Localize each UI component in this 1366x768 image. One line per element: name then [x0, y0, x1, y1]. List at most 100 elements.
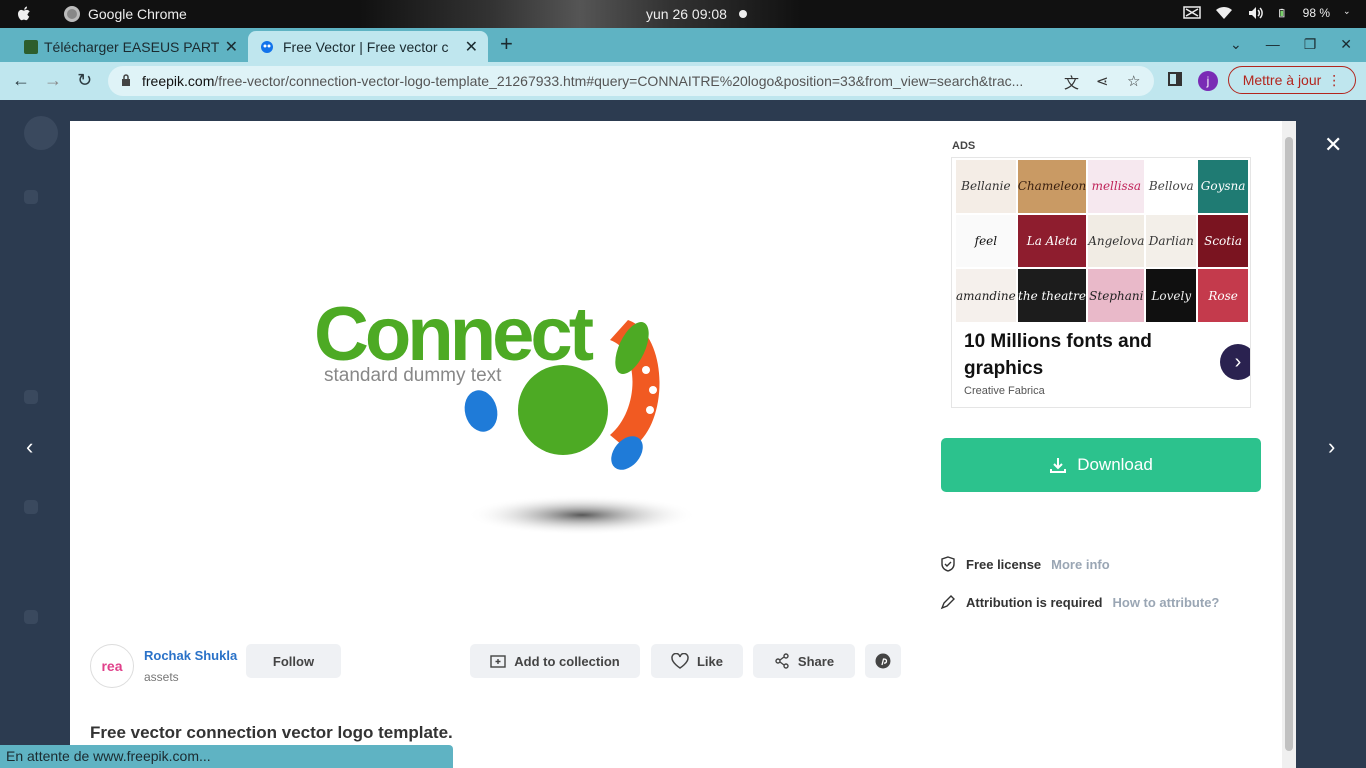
license-row: Free license More info [940, 556, 1110, 572]
ad-thumb: Chameleon [1017, 160, 1087, 213]
share-label: Share [797, 653, 835, 669]
author-name[interactable]: Rochak Shukla [144, 648, 237, 663]
screen-share-icon[interactable] [1182, 5, 1201, 21]
forward-icon[interactable]: → [44, 70, 62, 91]
ad-thumb: Rose [1198, 269, 1248, 322]
more-info-link[interactable]: More info [1051, 557, 1110, 572]
ad-thumb: feel [956, 214, 1016, 268]
backdrop-item [24, 390, 38, 404]
profile-avatar[interactable]: j [1198, 71, 1218, 91]
clock[interactable]: yun 26 09:08 [646, 6, 727, 22]
close-window-icon[interactable]: ✕ [1340, 36, 1352, 53]
url-path: /free-vector/connection-vector-logo-temp… [214, 73, 1024, 89]
backdrop-logo [24, 116, 58, 150]
attribution-label: Attribution is required [966, 594, 1103, 610]
tab-freepik[interactable]: Free Vector | Free vector c ✕ [248, 31, 488, 62]
system-tray[interactable]: 98 % [1182, 5, 1354, 21]
address-bar[interactable]: freepik.com/free-vector/connection-vecto… [108, 66, 1154, 96]
resource-description: Free vector connection vector logo templ… [90, 723, 453, 742]
volume-icon[interactable] [1247, 5, 1265, 21]
logo-dot [646, 406, 654, 414]
more-menu-icon: ⋮ [1327, 71, 1342, 88]
notification-dot-icon [739, 10, 747, 18]
battery-icon[interactable] [1278, 5, 1289, 21]
ad-thumb: La Aleta [1017, 214, 1087, 268]
shield-check-icon [941, 556, 955, 572]
url-text[interactable]: freepik.com/free-vector/connection-vecto… [142, 73, 1052, 89]
close-modal-icon[interactable]: ✕ [1324, 132, 1342, 158]
close-tab-icon[interactable]: ✕ [225, 37, 238, 57]
download-icon [1050, 458, 1067, 473]
pinterest-button[interactable] [865, 644, 901, 678]
logo-dot [649, 386, 657, 394]
logo-tagline: standard dummy text [324, 365, 502, 386]
reload-icon[interactable]: ↻ [77, 70, 92, 91]
chrome-icon [64, 6, 80, 22]
attribution-row: Attribution is required How to attribute… [940, 594, 1219, 610]
next-arrow-icon[interactable]: › [1328, 434, 1335, 460]
logo-shadow [467, 495, 697, 535]
tab-title: Free Vector | Free vector c [283, 39, 449, 55]
apple-icon[interactable] [14, 4, 34, 24]
translate-icon[interactable]: 文 [1064, 72, 1079, 93]
ad-title[interactable]: 10 Millions fonts and graphics [964, 328, 1184, 382]
backdrop-item [24, 500, 38, 514]
author-subtitle: assets [144, 670, 179, 684]
url-host: freepik.com [142, 73, 215, 89]
ad-thumb: mellissa [1088, 160, 1145, 213]
like-label: Like [696, 653, 723, 669]
bookmark-star-icon[interactable]: ☆ [1127, 72, 1140, 90]
ad-thumb: Stephani [1088, 269, 1145, 322]
add-to-collection-button[interactable]: Add to collection [470, 644, 640, 678]
browser-tab-bar: Télécharger EASEUS PART ✕ Free Vector | … [0, 28, 1366, 62]
scrollbar-thumb[interactable] [1285, 137, 1293, 751]
power-menu-icon[interactable] [1344, 5, 1354, 21]
ad-thumb: Lovely [1146, 269, 1197, 322]
browser-toolbar: ← → ↻ freepik.com/free-vector/connection… [0, 62, 1366, 100]
tab-search-icon[interactable]: ⌄ [1230, 36, 1242, 53]
close-tab-icon[interactable]: ✕ [465, 37, 478, 57]
how-to-attribute-link[interactable]: How to attribute? [1113, 595, 1220, 610]
ad-sponsor[interactable]: Creative Fabrica [964, 385, 1045, 397]
ad-image[interactable]: Bellanie Chameleon mellissa Bellova Goys… [956, 160, 1248, 322]
window-controls: ⌄ — ❐ ✕ [1230, 36, 1352, 53]
ad-card[interactable]: Bellanie Chameleon mellissa Bellova Goys… [951, 157, 1251, 408]
freepik-favicon-icon [261, 41, 273, 53]
update-button[interactable]: Mettre à jour ⋮ [1228, 66, 1356, 94]
side-panel-icon[interactable] [1168, 72, 1182, 86]
heart-icon [671, 653, 689, 669]
minimize-icon[interactable]: — [1266, 36, 1280, 53]
previous-arrow-icon[interactable]: ‹ [26, 434, 33, 460]
backdrop-item [24, 190, 38, 204]
add-to-collection-label: Add to collection [514, 653, 620, 669]
share-nodes-icon [775, 653, 789, 669]
new-tab-button[interactable]: + [500, 31, 513, 57]
chevron-right-icon: › [1234, 350, 1242, 373]
like-button[interactable]: Like [651, 644, 743, 678]
modal-scrollbar[interactable] [1282, 121, 1296, 768]
maximize-icon[interactable]: ❐ [1304, 36, 1317, 53]
follow-button[interactable]: Follow [246, 644, 341, 678]
tab-easeus[interactable]: Télécharger EASEUS PART ✕ [0, 31, 248, 62]
update-label: Mettre à jour [1242, 72, 1322, 88]
logo-preview[interactable]: Connect standard dummy text [310, 290, 700, 540]
download-button[interactable]: Download [941, 438, 1261, 492]
back-icon[interactable]: ← [12, 70, 30, 91]
share-icon[interactable]: ⋖ [1096, 72, 1109, 90]
ad-thumb: the theatre [1017, 269, 1087, 322]
share-button[interactable]: Share [753, 644, 855, 678]
lock-icon[interactable] [120, 74, 132, 86]
wifi-icon[interactable] [1215, 5, 1233, 21]
pen-icon [940, 595, 955, 610]
easeus-favicon-icon [24, 40, 38, 54]
app-name[interactable]: Google Chrome [88, 6, 187, 22]
battery-percent: 98 % [1302, 6, 1330, 20]
browser-status-bar: En attente de www.freepik.com... [0, 745, 453, 768]
license-label: Free license [966, 556, 1042, 572]
ad-next-button[interactable]: › [1220, 344, 1250, 380]
ad-thumb: Bellova [1146, 160, 1197, 213]
ad-thumb: Darlian [1146, 214, 1197, 268]
ads-label: ADS [952, 140, 976, 152]
author-avatar[interactable]: rea [90, 644, 134, 688]
tab-title: Télécharger EASEUS PART [44, 39, 220, 55]
